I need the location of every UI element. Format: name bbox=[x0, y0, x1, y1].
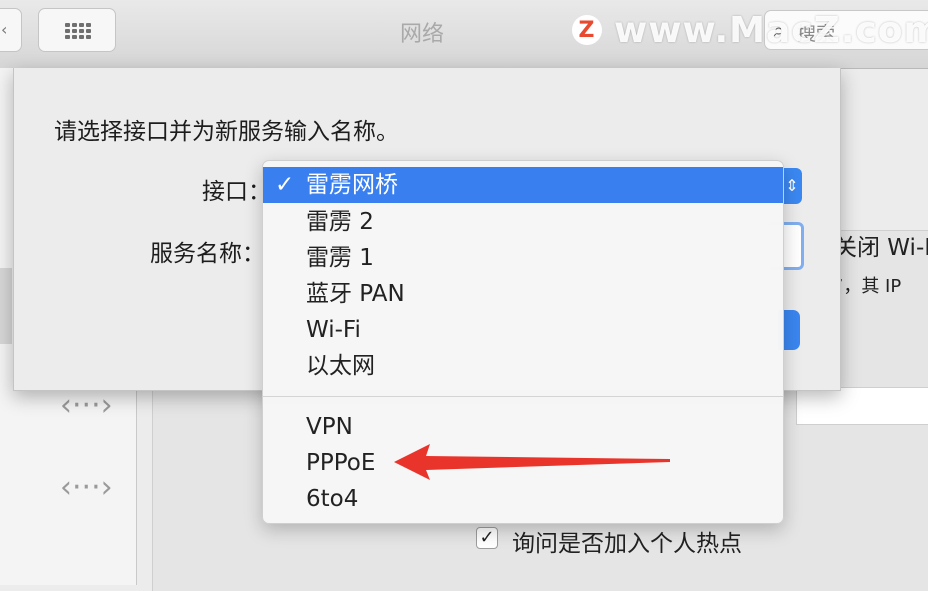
sheet-prompt: 请选择接口并为新服务输入名称。 bbox=[54, 119, 399, 145]
hotspot-checkbox-label: 询问是否加入个人热点 bbox=[512, 531, 742, 557]
menu-item-label: Wi-Fi bbox=[306, 317, 361, 343]
menu-item-label: 6to4 bbox=[306, 486, 359, 512]
menu-item-thunderbolt-2[interactable]: 雷雳 2 bbox=[263, 204, 783, 240]
menu-item-wifi[interactable]: Wi-Fi bbox=[263, 312, 783, 348]
watermark: Z www.MacZ.com bbox=[572, 6, 928, 54]
service-name-label: 服务名称： bbox=[150, 241, 265, 267]
network-name-field[interactable] bbox=[796, 387, 928, 425]
partial-ip-text: ”，其 IP bbox=[834, 276, 902, 297]
menu-item-thunderbolt-bridge[interactable]: ✓ 雷雳网桥 bbox=[263, 167, 783, 203]
interface-popup-arrows-icon[interactable]: ⇕ bbox=[782, 168, 802, 204]
sidebar-selection bbox=[0, 268, 12, 344]
back-button[interactable]: ‹ bbox=[0, 8, 22, 52]
menu-item-label: 蓝牙 PAN bbox=[306, 281, 405, 307]
menu-item-bluetooth-pan[interactable]: 蓝牙 PAN bbox=[263, 276, 783, 312]
menu-item-thunderbolt-1[interactable]: 雷雳 1 bbox=[263, 240, 783, 276]
checkmark-icon: ✓ bbox=[275, 172, 295, 198]
chevron-left-icon: ‹ bbox=[1, 20, 8, 39]
network-service-icon[interactable]: ‹···› bbox=[60, 388, 113, 423]
menu-item-label: PPPoE bbox=[306, 450, 376, 476]
interface-label: 接口： bbox=[202, 179, 271, 205]
arrow-shape bbox=[394, 444, 670, 480]
red-arrow-annotation bbox=[394, 444, 670, 480]
menu-item-6to4[interactable]: 6to4 bbox=[263, 481, 783, 517]
menu-separator bbox=[263, 396, 783, 397]
menu-item-label: 雷雳网桥 bbox=[306, 172, 398, 198]
menu-item-label: 以太网 bbox=[306, 353, 375, 379]
menu-item-label: 雷雳 1 bbox=[306, 245, 374, 271]
menu-item-label: 雷雳 2 bbox=[306, 209, 374, 235]
partial-status-text: 关闭 Wi-F bbox=[834, 235, 928, 261]
watermark-text: www.MacZ.com bbox=[614, 9, 928, 51]
menu-item-vpn[interactable]: VPN bbox=[263, 409, 783, 445]
menu-item-label: VPN bbox=[306, 414, 353, 440]
window-toolbar: ‹ 网络 ⌕ 搜索 Z www.MacZ.com bbox=[0, 0, 928, 69]
show-all-button[interactable] bbox=[38, 8, 116, 52]
window-title: 网络 bbox=[400, 22, 445, 47]
hotspot-checkbox[interactable]: ✓ bbox=[476, 527, 498, 549]
watermark-logo: Z bbox=[572, 15, 602, 45]
menu-item-ethernet[interactable]: 以太网 bbox=[263, 348, 783, 384]
network-service-icon[interactable]: ‹···› bbox=[60, 470, 113, 505]
grid-icon bbox=[65, 23, 91, 39]
